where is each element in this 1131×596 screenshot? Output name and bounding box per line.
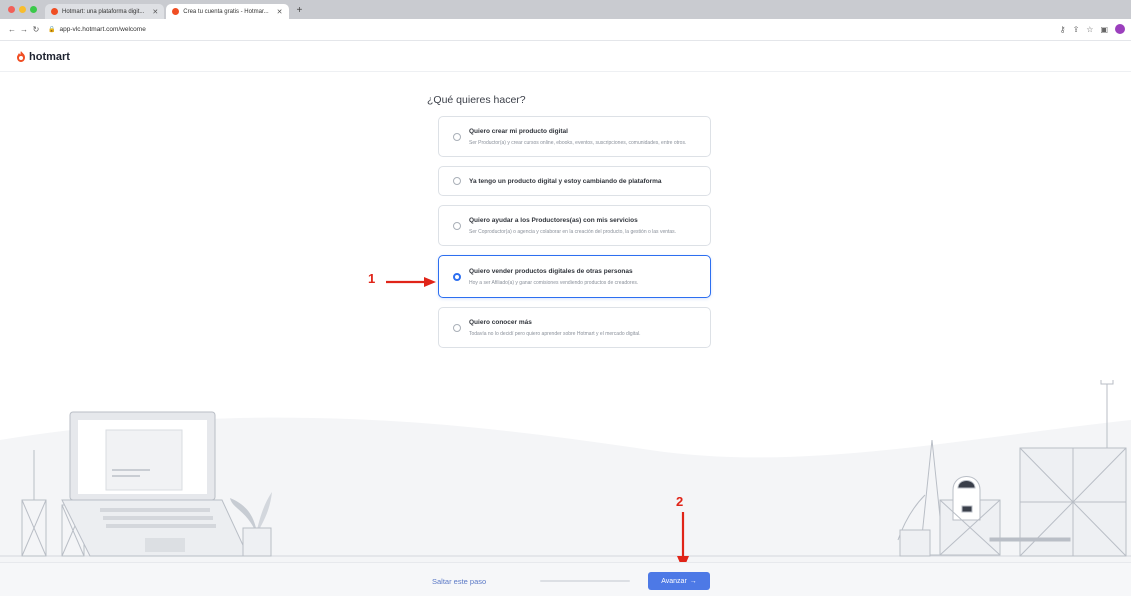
radio-button[interactable] — [453, 221, 461, 230]
option-title: Quiero crear mi producto digital — [469, 127, 568, 135]
reload-icon[interactable]: ↻ — [30, 25, 42, 34]
option-learn-more[interactable]: Quiero conocer más Todavía no lo decidí … — [438, 307, 711, 348]
option-title: Quiero conocer más — [469, 318, 532, 326]
arrow-right-icon[interactable]: → — [18, 25, 30, 34]
close-icon[interactable]: ✕ — [152, 8, 158, 16]
advance-button[interactable]: Avanzar → — [648, 572, 710, 590]
option-sell-products[interactable]: Quiero vender productos digitales de otr… — [438, 255, 711, 298]
radio-button-selected[interactable] — [453, 272, 461, 281]
tab-title: Hotmart: una plataforma digit... — [62, 8, 145, 15]
skip-step-link[interactable]: Saltar este paso — [432, 577, 486, 586]
annotation-step-1: 1 — [368, 271, 376, 286]
browser-tab-bar: Hotmart: una plataforma digit... ✕ Crea … — [0, 0, 1131, 19]
logo-text: hotmart — [29, 50, 70, 63]
hotmart-favicon-icon — [172, 8, 180, 15]
option-title: Quiero vender productos digitales de otr… — [469, 267, 633, 275]
option-title: Ya tengo un producto digital y estoy cam… — [469, 177, 662, 185]
close-window-button[interactable] — [8, 6, 15, 13]
progress-bar — [540, 580, 630, 582]
browser-toolbar-right: ⚷ ⇪ ☆ ▣ — [1060, 24, 1125, 34]
minimize-window-button[interactable] — [19, 6, 26, 13]
arrow-left-icon[interactable]: ← — [6, 25, 18, 34]
window-controls — [0, 6, 45, 19]
url-field[interactable]: 🔒 app-vlc.hotmart.com/welcome — [48, 26, 146, 33]
annotation-step-2: 2 — [676, 494, 684, 509]
radio-button[interactable] — [453, 323, 461, 332]
option-migrate-platform[interactable]: Ya tengo un producto digital y estoy cam… — [438, 166, 711, 196]
hotmart-favicon-icon — [51, 8, 58, 15]
arrow-right-icon — [386, 277, 436, 287]
page-title: ¿Qué quieres hacer? — [427, 94, 526, 106]
profile-avatar[interactable] — [1115, 24, 1125, 34]
share-icon[interactable]: ⇪ — [1073, 25, 1080, 34]
background-illustration — [0, 380, 1131, 562]
option-description: Hoy a ser Afiliado(a) y ganar comisiones… — [469, 279, 639, 286]
radio-button[interactable] — [453, 177, 461, 185]
option-create-product[interactable]: Quiero crear mi producto digital Ser Pro… — [438, 116, 711, 157]
browser-tab-2[interactable]: Crea tu cuenta gratis - Hotmar... ✕ — [166, 4, 289, 19]
close-icon[interactable]: ✕ — [277, 8, 283, 16]
new-tab-button[interactable]: + — [291, 5, 309, 19]
option-title: Quiero ayudar a los Productores(as) con … — [469, 216, 638, 224]
maximize-window-button[interactable] — [30, 6, 37, 13]
footer-bar: Saltar este paso Avanzar → — [0, 562, 1131, 596]
options-list: Quiero crear mi producto digital Ser Pro… — [438, 116, 711, 357]
key-icon[interactable]: ⚷ — [1060, 25, 1066, 34]
lock-icon: 🔒 — [48, 27, 56, 33]
hotmart-logo[interactable]: hotmart — [16, 51, 70, 63]
browser-address-bar: ← → ↻ 🔒 app-vlc.hotmart.com/welcome ⚷ ⇪ … — [0, 19, 1131, 41]
extension-icon[interactable]: ▣ — [1100, 25, 1108, 34]
app-header: hotmart — [0, 42, 1131, 72]
option-description: Todavía no lo decidí pero quiero aprende… — [469, 330, 641, 337]
tab-title: Crea tu cuenta gratis - Hotmar... — [183, 8, 269, 15]
star-icon[interactable]: ☆ — [1086, 25, 1093, 34]
browser-tab-1[interactable]: Hotmart: una plataforma digit... ✕ — [45, 4, 165, 19]
option-help-producers[interactable]: Quiero ayudar a los Productores(as) con … — [438, 205, 711, 246]
radio-button[interactable] — [453, 132, 461, 141]
advance-label: Avanzar — [661, 577, 687, 585]
option-description: Ser Productor(a) y crear cursos online, … — [469, 139, 687, 146]
flame-icon — [17, 51, 25, 62]
url-text: app-vlc.hotmart.com/welcome — [59, 26, 146, 33]
arrow-right-icon: → — [689, 577, 697, 585]
option-description: Ser Coproductor(a) o agencia y colaborar… — [469, 228, 677, 235]
